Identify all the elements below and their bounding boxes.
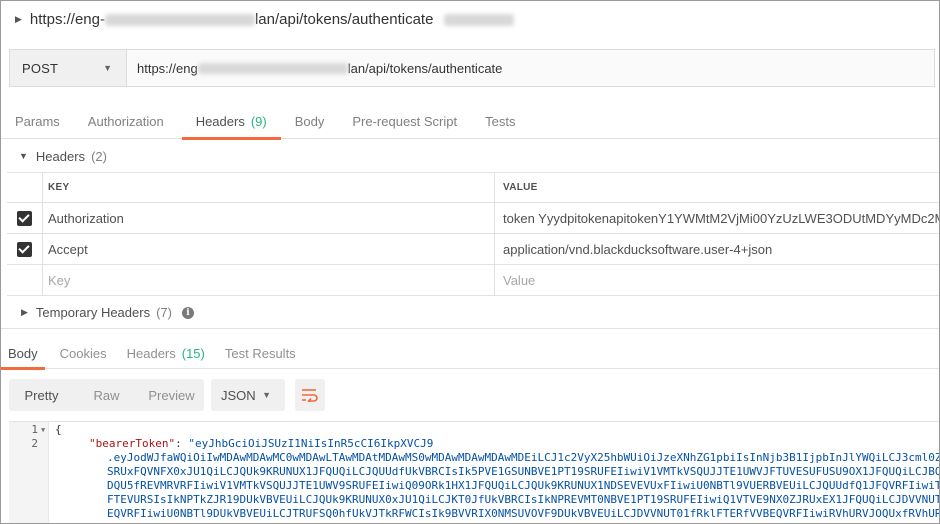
header-value[interactable]: application/vnd.blackducksoftware.user-4… [495,234,939,264]
chevron-down-icon: ▼ [103,63,112,73]
tab-label: Body [294,113,325,129]
redacted-name [443,13,514,26]
tab-label: Cookies [59,345,107,361]
check-column-header [7,173,43,202]
code-line: "bearerToken": "eyJhbGciOiJSUzI1NiIsInR5… [89,437,433,450]
tab-label: Test Results [224,345,296,361]
url-suffix: lan/api/tokens/authenticate [347,60,503,76]
method-label: POST [22,60,59,76]
table-row-new: Key Value [7,265,939,296]
temporary-headers-count: (7) [156,305,172,320]
request-title: https://eng-lan/api/tokens/authenticate [30,11,514,28]
headers-section-toggle[interactable]: ▼ Headers (2) [1,141,939,171]
fold-arrow-icon[interactable]: ▼ [41,426,45,434]
tab-authorization[interactable]: Authorization [74,103,178,139]
checkbox-checked[interactable] [17,241,32,257]
line-number-gutter: 1 ▼ 2 [9,422,49,523]
response-body-editor[interactable]: 1 ▼ 2 { "bearerToken": "eyJhbGciOiJSUzI1… [9,421,939,523]
view-mode-segment: Pretty Raw Preview [9,379,204,411]
code-line: FTEVURSIsIkNPTkZJR19DUkVBVEUiLCJQUk9KRUN… [107,493,939,506]
postman-window: ▶ https://eng-lan/api/tokens/authenticat… [0,0,940,524]
value-column-header: VALUE [503,182,538,193]
headers-section-title: Headers [35,148,86,164]
line-number: 1 [31,423,38,436]
url-bar: POST ▼ https://eng lan/api/tokens/authent… [9,49,935,87]
request-title-prefix: https://eng- [29,10,105,28]
wrap-lines-icon [302,389,318,402]
redacted-url-host [197,62,348,74]
tab-headers[interactable]: Headers (9) [181,103,281,140]
json-key: "bearerToken" [89,437,176,450]
tab-label: Headers [126,345,176,361]
header-value[interactable]: token YyydpitokenapitokenY1YWMtM2VjMi00Y… [495,203,939,233]
code-line: DQU5fREVMRVRFIiwiV1VMTkVSQUJJTE1UWV9SRUF… [107,479,939,492]
pretty-button[interactable]: Pretty [9,379,74,411]
redacted-host [104,13,255,26]
json-string: "eyJhbGciOiJSUzI1NiIsInR5cCI6IkpXVCJ9 [188,437,434,450]
header-key[interactable]: Accept [43,234,495,264]
response-tabs: Body Cookies Headers (15) Test Results [1,337,939,370]
temporary-headers-title: Temporary Headers [35,305,151,320]
json-colon: : [175,437,189,450]
request-title-bar[interactable]: ▶ https://eng-lan/api/tokens/authenticat… [1,1,939,37]
checkbox-checked[interactable] [17,210,32,226]
tab-count: (15) [181,345,205,361]
tab-response-body[interactable]: Body [1,337,45,370]
chevron-down-icon: ▼ [262,390,271,400]
tab-pre-request-script[interactable]: Pre-request Script [338,103,471,139]
response-toolbar: Pretty Raw Preview JSON ▼ [9,379,325,411]
row-checkbox-cell [7,265,43,295]
tab-body[interactable]: Body [281,103,339,139]
tab-label: Params [15,113,60,129]
caret-right-icon[interactable]: ▶ [15,14,22,25]
format-select[interactable]: JSON ▼ [211,379,285,411]
tab-cookies[interactable]: Cookies [53,337,114,369]
row-checkbox-cell [7,203,43,233]
method-select[interactable]: POST ▼ [10,50,127,86]
tab-label: Authorization [87,113,164,129]
code-line: SRUxFQVNFX0xJU1QiLCJQUk9KRUNUX1JFQUQiLCJ… [107,465,939,478]
temporary-headers-toggle[interactable]: ▶ Temporary Headers (7) i [1,297,939,329]
row-checkbox-cell [7,234,43,264]
tab-tests[interactable]: Tests [471,103,529,139]
tab-label: Pre-request Script [352,113,458,129]
preview-button[interactable]: Preview [139,379,204,411]
tab-count: (9) [250,113,267,129]
tab-label: Headers [195,113,245,129]
code-line: .eyJodWJfaWQiOiIwMDAwMDAwMC0wMDAwLTAwMDA… [107,451,939,464]
headers-table: KEY VALUE Authorization token Yyydpitoke… [7,172,939,296]
table-row: Accept application/vnd.blackducksoftware… [7,234,939,265]
table-row: Authorization token YyydpitokenapitokenY… [7,203,939,234]
headers-table-header: KEY VALUE [7,173,939,203]
code-line: { [55,423,62,436]
url-input[interactable]: https://eng lan/api/tokens/authenticate [127,50,934,86]
tab-label: Body [8,345,38,361]
info-icon[interactable]: i [181,306,194,319]
code-line: EQVRFIiwiU0NBTl9DUkVBVEUiLCJTRUFSQ0hfUkV… [107,507,939,520]
caret-right-icon: ▶ [21,307,28,317]
new-value-input[interactable]: Value [495,265,939,295]
headers-section-count: (2) [91,148,107,164]
url-prefix: https://eng [137,60,198,76]
header-key[interactable]: Authorization [43,203,495,233]
caret-down-icon: ▼ [19,151,28,161]
request-title-suffix: lan/api/tokens/authenticate [254,10,434,28]
tab-params[interactable]: Params [1,103,74,139]
line-number: 2 [31,437,38,450]
tab-response-headers[interactable]: Headers (15) [120,337,212,369]
format-label: JSON [221,387,256,403]
wrap-lines-button[interactable] [295,379,325,411]
new-key-input[interactable]: Key [43,265,495,295]
key-column-header: KEY [43,173,495,202]
tab-test-results[interactable]: Test Results [218,337,303,369]
raw-button[interactable]: Raw [74,379,139,411]
request-tabs: Params Authorization Headers (9) Body Pre… [1,103,939,140]
tab-label: Tests [485,113,516,129]
